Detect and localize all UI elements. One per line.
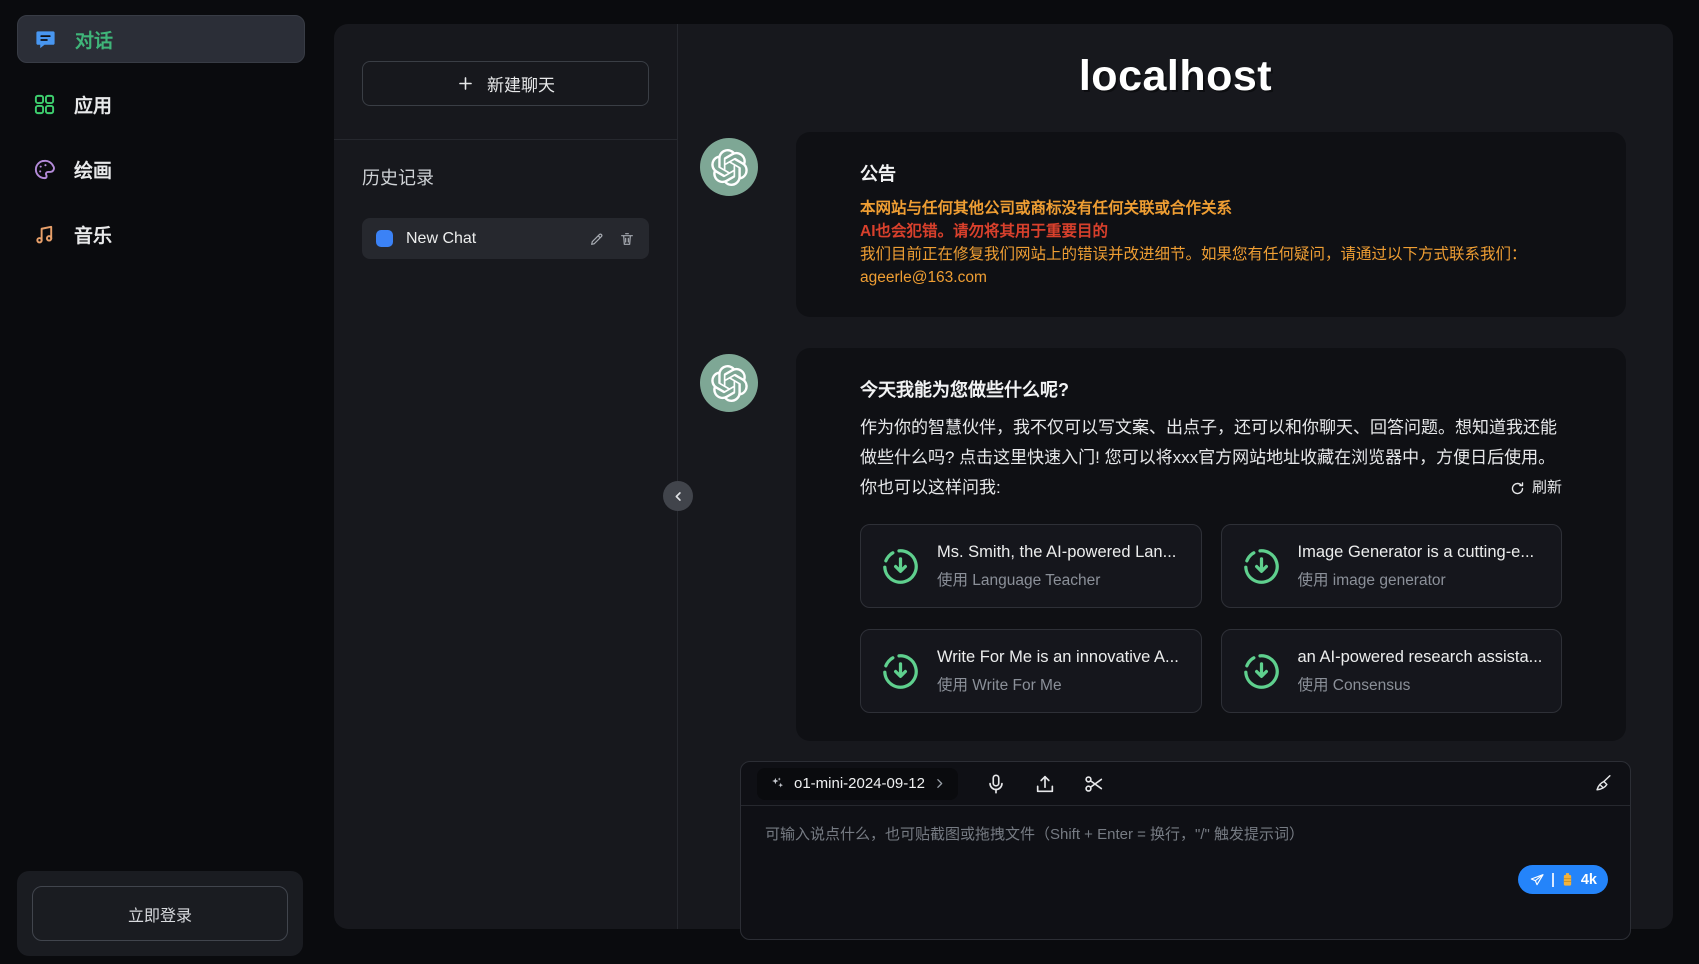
announcement-card: 公告 本网站与任何其他公司或商标没有任何关联或合作关系 AI也会犯错。请勿将其用…	[796, 132, 1626, 317]
arrow-down-circle-icon	[881, 652, 920, 691]
contact-email-link[interactable]: ageerle@163.com	[860, 269, 987, 286]
openai-logo-icon	[711, 149, 748, 186]
sidebar-item-label: 应用	[74, 91, 112, 118]
assistant-avatar	[700, 354, 758, 412]
announcement-line-3: 我们目前正在修复我们网站上的错误并改进细节。如果您有任何疑问，请通过以下方式联系…	[860, 243, 1562, 266]
chevron-right-icon	[933, 777, 946, 790]
message-welcome: 今天我能为您做些什么呢? 作为你的智慧伙伴，我不仅可以写文案、出点子，还可以和你…	[678, 348, 1673, 741]
suggestion-title: Write For Me is an innovative A...	[937, 648, 1179, 667]
palette-icon	[33, 158, 56, 181]
sparkles-icon	[769, 775, 786, 792]
clear-context-button[interactable]	[1592, 773, 1614, 795]
chat-bubble-icon	[34, 28, 57, 51]
openai-logo-icon	[711, 365, 748, 402]
announcement-heading: 公告	[860, 160, 1562, 186]
sidebar-item-music[interactable]: 音乐	[17, 210, 305, 258]
suggestion-subtitle: 使用 Language Teacher	[937, 568, 1176, 590]
sidebar-login-card: 立即登录	[17, 871, 303, 956]
refresh-icon	[1510, 481, 1525, 496]
suggestion-card[interactable]: Write For Me is an innovative A... 使用 Wr…	[860, 629, 1202, 713]
collapse-sidebar-handle[interactable]	[663, 481, 693, 511]
sidebar-item-chat[interactable]: 对话	[17, 15, 305, 63]
suggestion-title: an AI-powered research assista...	[1298, 648, 1542, 667]
music-note-icon	[33, 223, 56, 246]
main-panel: 新建聊天 历史记录 New Chat localhost	[334, 24, 1673, 929]
sidebar-item-label: 对话	[75, 26, 113, 53]
arrow-down-circle-icon	[1242, 652, 1281, 691]
sidebar-item-drawing[interactable]: 绘画	[17, 145, 305, 193]
broom-icon	[1592, 773, 1614, 795]
composer-toolbar: o1-mini-2024-09-12	[741, 762, 1630, 806]
composer: o1-mini-2024-09-12	[740, 761, 1631, 940]
app-window: 对话 应用 绘画 音乐 立即登录	[0, 0, 1699, 964]
refresh-suggestions-button[interactable]: 刷新	[1510, 473, 1562, 503]
send-button[interactable]: 4k	[1518, 865, 1608, 894]
arrow-down-circle-icon	[1242, 547, 1281, 586]
welcome-card: 今天我能为您做些什么呢? 作为你的智慧伙伴，我不仅可以写文案、出点子，还可以和你…	[796, 348, 1626, 741]
suggestion-subtitle: 使用 image generator	[1298, 568, 1535, 590]
upload-button[interactable]	[1034, 773, 1056, 795]
arrow-down-circle-icon	[881, 547, 920, 586]
ask-me-label: 你也可以这样问我:	[860, 473, 1001, 503]
scissors-icon	[1083, 773, 1105, 795]
chat-list-panel: 新建聊天 历史记录 New Chat	[334, 24, 678, 929]
suggestion-subtitle: 使用 Write For Me	[937, 673, 1179, 695]
sidebar-item-label: 音乐	[74, 221, 112, 248]
chat-area: localhost 公告 本网站与任何其他公司或商标没有任何关联或合作关系 AI…	[678, 24, 1673, 929]
suggestion-title: Image Generator is a cutting-e...	[1298, 543, 1535, 562]
sidebar: 对话 应用 绘画 音乐 立即登录	[0, 0, 306, 964]
suggestion-subtitle: 使用 Consensus	[1298, 673, 1542, 695]
upload-icon	[1034, 773, 1056, 795]
suggestion-grid: Ms. Smith, the AI-powered Lan... 使用 Lang…	[860, 524, 1562, 713]
chat-history-item[interactable]: New Chat	[362, 218, 649, 259]
token-count-label: 4k	[1581, 872, 1597, 888]
message-announcement: 公告 本网站与任何其他公司或商标没有任何关联或合作关系 AI也会犯错。请勿将其用…	[678, 132, 1673, 317]
composer-body: 4k	[741, 806, 1630, 939]
suggestion-card[interactable]: an AI-powered research assista... 使用 Con…	[1221, 629, 1563, 713]
suggestion-card[interactable]: Ms. Smith, the AI-powered Lan... 使用 Lang…	[860, 524, 1202, 608]
announcement-line-2: AI也会犯错。请勿将其用于重要目的	[860, 220, 1562, 243]
history-title: 历史记录	[362, 164, 649, 190]
message-input[interactable]	[741, 806, 1630, 939]
chat-color-swatch	[376, 230, 393, 247]
welcome-heading: 今天我能为您做些什么呢?	[860, 376, 1562, 402]
send-plane-icon	[1529, 872, 1545, 888]
badge-divider	[1552, 873, 1554, 887]
model-name: o1-mini-2024-09-12	[794, 775, 925, 792]
divider	[334, 139, 677, 140]
apps-grid-icon	[33, 93, 56, 116]
chevron-left-icon	[670, 488, 687, 505]
login-button[interactable]: 立即登录	[32, 886, 288, 941]
scissors-button[interactable]	[1083, 773, 1105, 795]
plus-icon	[456, 74, 475, 93]
microphone-button[interactable]	[985, 773, 1007, 795]
welcome-body: 作为你的智慧伙伴，我不仅可以写文案、出点子，还可以和你聊天、回答问题。想知道我还…	[860, 413, 1562, 473]
edit-pencil-icon[interactable]	[589, 231, 605, 247]
new-chat-button[interactable]: 新建聊天	[362, 61, 649, 106]
sidebar-item-apps[interactable]: 应用	[17, 80, 305, 128]
delete-trash-icon[interactable]	[619, 231, 635, 247]
chat-item-title: New Chat	[406, 230, 576, 248]
token-battery-icon	[1561, 872, 1574, 887]
page-title: localhost	[678, 52, 1673, 101]
announcement-line-1: 本网站与任何其他公司或商标没有任何关联或合作关系	[860, 197, 1562, 220]
microphone-icon	[985, 773, 1007, 795]
suggestion-card[interactable]: Image Generator is a cutting-e... 使用 ima…	[1221, 524, 1563, 608]
assistant-avatar	[700, 138, 758, 196]
suggestion-title: Ms. Smith, the AI-powered Lan...	[937, 543, 1176, 562]
model-selector[interactable]: o1-mini-2024-09-12	[757, 768, 958, 800]
new-chat-label: 新建聊天	[487, 71, 555, 96]
sidebar-item-label: 绘画	[74, 156, 112, 183]
